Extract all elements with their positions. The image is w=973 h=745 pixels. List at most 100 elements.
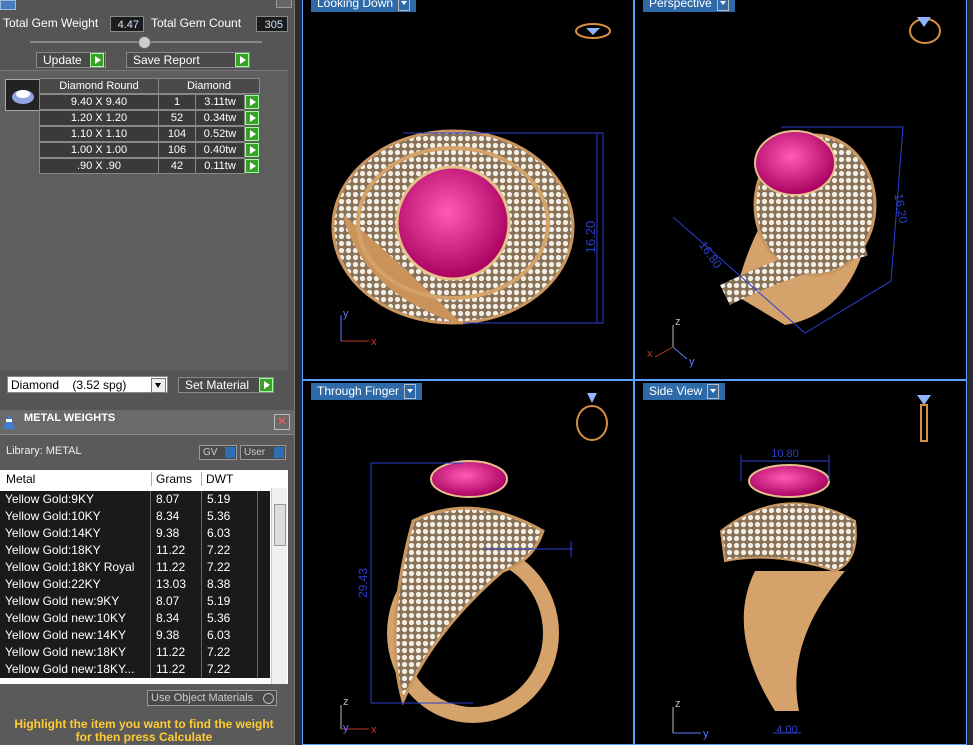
metal-grams: 11.22 [151, 542, 202, 559]
grams-col-header: Grams [151, 472, 192, 486]
metal-row[interactable]: Yellow Gold new:9KY 8.07 5.19 [0, 593, 270, 610]
total-gem-weight-value: 4.47 [110, 16, 144, 32]
gem-count: 106 [158, 142, 196, 158]
axis-z-label: z [675, 316, 681, 328]
use-object-materials-toggle[interactable]: Use Object Materials [147, 690, 277, 706]
panel-close-icon[interactable] [276, 0, 292, 8]
ring-render-perspective: 16.20 16.80 z x y [647, 17, 941, 368]
gem-row-go-icon[interactable] [245, 111, 259, 125]
total-gem-weight-label: Total Gem Weight [3, 16, 99, 30]
gem-row-go-icon[interactable] [245, 159, 259, 173]
dimension-label: 10.80 [771, 448, 799, 460]
gem-header-type: Diamond [158, 78, 260, 94]
gem-weight: 3.11tw [195, 94, 245, 110]
chevron-down-icon[interactable] [151, 378, 166, 393]
gem-row-go-icon[interactable] [245, 143, 259, 157]
axis-z-label: z [343, 696, 349, 708]
metal-name: Yellow Gold:10KY [0, 508, 151, 525]
total-gem-count-label: Total Gem Count [151, 16, 242, 30]
metal-row[interactable]: Yellow Gold:22KY 13.03 8.38 [0, 576, 270, 593]
metal-row[interactable]: Yellow Gold new:18KY... 11.22 7.22 [0, 661, 270, 678]
metal-row[interactable]: Yellow Gold:14KY 9.38 6.03 [0, 525, 270, 542]
viewport-looking-down[interactable]: Looking Down 16.20 y x [302, 0, 634, 380]
metal-grams: 8.34 [151, 610, 202, 627]
gem-row-go-icon[interactable] [245, 127, 259, 141]
metal-grams: 8.34 [151, 508, 202, 525]
dimension-label: 16.20 [891, 192, 910, 224]
metal-name: Yellow Gold new:14KY [0, 627, 151, 644]
metal-grams: 9.38 [151, 525, 202, 542]
metal-row[interactable]: Yellow Gold:18KY 11.22 7.22 [0, 542, 270, 559]
ring-render-through-finger: 29.43 z y x [340, 393, 608, 736]
user-toggle-label: User [244, 447, 266, 458]
metal-dwt: 7.22 [202, 559, 258, 576]
metal-grams: 9.38 [151, 627, 202, 644]
metal-dwt: 5.19 [202, 593, 258, 610]
metal-table-body: Yellow Gold:9KY 8.07 5.19 Yellow Gold:10KY… [0, 488, 288, 684]
dwt-col-header: DWT [201, 472, 233, 486]
hint-text: Highlight the item you want to find the … [14, 717, 274, 744]
gem-row-go-icon[interactable] [245, 95, 259, 109]
metal-dwt: 7.22 [202, 644, 258, 661]
metal-name: Yellow Gold:18KY [0, 542, 151, 559]
gem-count: 52 [158, 110, 196, 126]
gem-count: 42 [158, 158, 196, 174]
user-toggle[interactable]: User [240, 445, 286, 460]
metal-dwt: 5.19 [202, 491, 258, 508]
user-toggle-indicator-icon [274, 447, 284, 458]
metal-row[interactable]: Yellow Gold new:14KY 9.38 6.03 [0, 627, 270, 644]
metal-dwt: 6.03 [202, 525, 258, 542]
library-label: Library: METAL [6, 445, 82, 457]
toggle-off-icon [263, 693, 274, 704]
axis-y-label: y [343, 722, 349, 734]
gem-size: 1.00 X 1.00 [39, 142, 159, 158]
metal-row[interactable]: Yellow Gold new:18KY 11.22 7.22 [0, 644, 270, 661]
gem-weight: 0.34tw [195, 110, 245, 126]
metal-row[interactable]: Yellow Gold new:10KY 8.34 5.36 [0, 610, 270, 627]
metal-dwt: 7.22 [202, 661, 258, 678]
set-material-go-icon[interactable] [259, 378, 273, 392]
total-gem-count-value: 305 [256, 16, 288, 32]
dimension-label: 16.20 [583, 221, 598, 254]
gem-thumbnail-icon[interactable] [5, 79, 40, 111]
axis-x-label: x [371, 336, 377, 348]
ring-render-top: 16.20 y x [331, 23, 611, 348]
app-icon [0, 0, 16, 10]
close-icon[interactable]: ✕ [274, 414, 290, 430]
gv-toggle[interactable]: GV [199, 445, 237, 460]
axis-x-label: x [647, 348, 653, 360]
update-go-icon[interactable] [90, 53, 104, 67]
metal-name: Yellow Gold:9KY [0, 491, 151, 508]
viewport-side-view[interactable]: Side View 10.80 4.00 z y [634, 380, 967, 745]
material-select[interactable]: Diamond (3.52 spg) [7, 376, 168, 393]
save-report-button[interactable]: Save Report [126, 52, 250, 68]
metal-table-header: Metal Grams DWT [0, 470, 288, 488]
gem-size: 9.40 X 9.40 [39, 94, 159, 110]
metal-col-header: Metal [6, 472, 36, 486]
save-report-go-icon[interactable] [235, 53, 249, 67]
material-select-value: Diamond (3.52 spg) [11, 378, 127, 392]
metal-table-scrollbar[interactable] [271, 488, 287, 684]
metal-name: Yellow Gold new:18KY... [0, 661, 151, 678]
dimension-label: 4.00 [776, 724, 797, 736]
gem-count: 104 [158, 126, 196, 142]
axis-y-label: y [343, 308, 349, 320]
gem-count: 1 [158, 94, 196, 110]
gem-weight: 0.11tw [195, 158, 245, 174]
metal-dwt: 5.36 [202, 508, 258, 525]
metal-row[interactable]: Yellow Gold:18KY Royal 11.22 7.22 [0, 559, 270, 576]
gem-header-shape: Diamond Round [39, 78, 159, 94]
metal-name: Yellow Gold new:9KY [0, 593, 151, 610]
viewport-perspective[interactable]: Perspective 16.20 16.80 z x y [634, 0, 967, 380]
panel-slider-handle[interactable] [138, 36, 151, 49]
metal-row[interactable]: Yellow Gold:9KY 8.07 5.19 [0, 491, 270, 508]
metal-name: Yellow Gold new:18KY [0, 644, 151, 661]
metal-dwt: 7.22 [202, 542, 258, 559]
metal-row[interactable]: Yellow Gold:10KY 8.34 5.36 [0, 508, 270, 525]
metal-dwt: 5.36 [202, 610, 258, 627]
use-object-materials-label: Use Object Materials [151, 692, 254, 704]
scroll-thumb[interactable] [274, 504, 286, 546]
axis-x-label: x [371, 724, 377, 736]
scale-icon [3, 414, 15, 429]
viewport-through-finger[interactable]: Through Finger 29.43 z y x [302, 380, 634, 745]
